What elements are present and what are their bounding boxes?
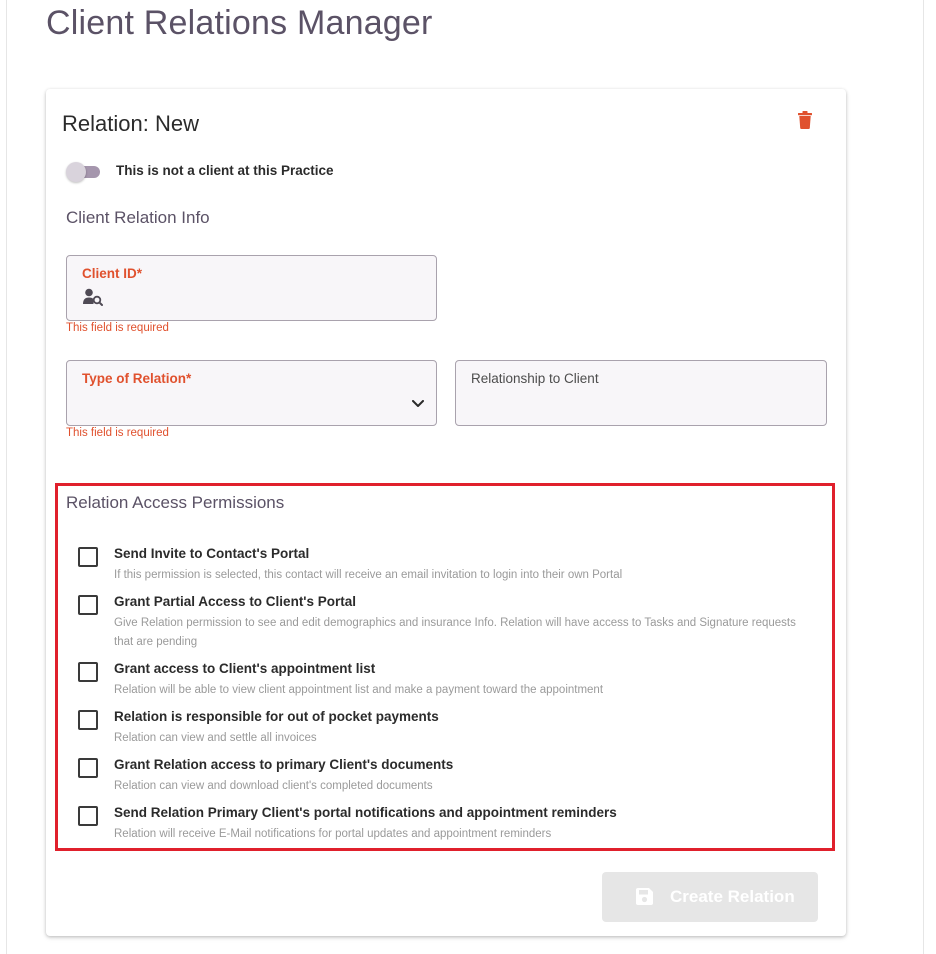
client-id-label: Client ID* (82, 266, 143, 281)
relationship-to-client-label: Relationship to Client (471, 371, 599, 386)
client-id-field[interactable]: Client ID* (66, 255, 437, 321)
type-of-relation-label: Type of Relation* (82, 371, 192, 386)
permission-title: Grant Partial Access to Client's Portal (114, 594, 357, 609)
type-of-relation-select[interactable]: Type of Relation* (66, 360, 437, 426)
client-relation-info-heading: Client Relation Info (66, 208, 210, 227)
permission-title: Grant access to Client's appointment lis… (114, 661, 376, 676)
permission-description: Relation can view and download client's … (114, 780, 433, 792)
create-relation-button[interactable]: Create Relation (602, 872, 818, 922)
floppy-disk-icon (636, 888, 653, 905)
permission-title: Send Relation Primary Client's portal no… (114, 805, 617, 820)
create-relation-label: Create Relation (670, 887, 795, 906)
permission-checkbox-partial-access[interactable] (78, 595, 98, 615)
permissions-section: Relation Access Permissions Send Invite … (55, 483, 835, 851)
permission-description: Give Relation permission to see and edit… (114, 617, 796, 648)
permission-checkbox-notifications[interactable] (78, 806, 98, 826)
not-client-toggle-label: This is not a client at this Practice (116, 163, 334, 178)
client-id-error: This field is required (66, 322, 169, 334)
permission-title: Grant Relation access to primary Client'… (114, 757, 454, 772)
relation-card: Relation: New This is not a client at th… (46, 89, 846, 936)
permission-description: If this permission is selected, this con… (114, 569, 623, 581)
permission-description: Relation will be able to view client app… (114, 684, 604, 696)
card-title: Relation: New (62, 111, 199, 136)
permission-checkbox-documents[interactable] (78, 758, 98, 778)
trash-icon[interactable] (798, 111, 812, 129)
permission-checkbox-send-invite[interactable] (78, 547, 98, 567)
permission-description: Relation can view and settle all invoice… (114, 732, 317, 744)
relationship-to-client-field[interactable]: Relationship to Client (455, 360, 827, 426)
permissions-heading: Relation Access Permissions (66, 493, 285, 512)
chevron-down-icon (412, 395, 424, 407)
permission-description: Relation will receive E-Mail notificatio… (114, 828, 552, 840)
not-client-toggle[interactable] (66, 162, 102, 182)
permission-title: Send Invite to Contact's Portal (114, 546, 310, 561)
person-search-icon (83, 288, 103, 306)
page-title: Client Relations Manager (46, 4, 433, 42)
permission-checkbox-appointment-list[interactable] (78, 662, 98, 682)
permission-checkbox-out-of-pocket[interactable] (78, 710, 98, 730)
toggle-thumb (66, 162, 86, 182)
permission-title: Relation is responsible for out of pocke… (114, 709, 439, 724)
type-of-relation-error: This field is required (66, 427, 169, 439)
